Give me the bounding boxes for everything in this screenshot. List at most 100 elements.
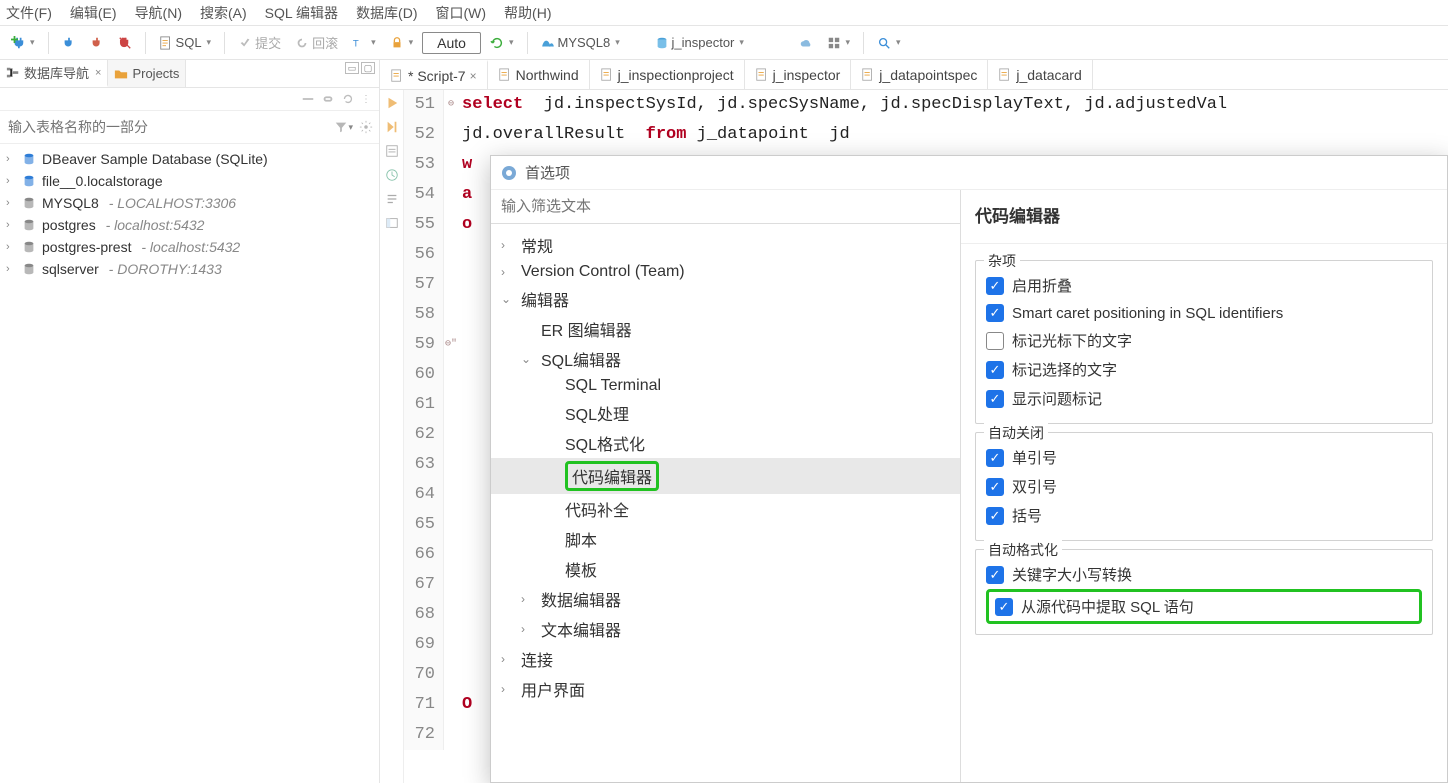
pref-tree-node[interactable]: SQL Terminal bbox=[491, 374, 960, 398]
fold-marker[interactable] bbox=[444, 270, 458, 300]
run-step-icon[interactable] bbox=[385, 120, 399, 134]
pref-checkbox-row[interactable]: 关键字大小写转换 bbox=[986, 560, 1422, 589]
expand-icon[interactable]: › bbox=[6, 219, 16, 231]
expand-icon[interactable]: › bbox=[6, 241, 16, 253]
checkbox[interactable] bbox=[986, 332, 1004, 350]
fold-marker[interactable] bbox=[444, 390, 458, 420]
pref-tree-node[interactable]: ›文本编辑器 bbox=[491, 614, 960, 644]
checkbox[interactable] bbox=[986, 304, 1004, 322]
preferences-filter-input[interactable] bbox=[491, 190, 960, 224]
fold-marker[interactable]: ⊖" bbox=[444, 330, 458, 360]
pref-checkbox-row[interactable]: 括号 bbox=[986, 501, 1422, 530]
code-line[interactable]: 51 ⊖ select jd.inspectSysId, jd.specSysN… bbox=[404, 90, 1448, 120]
search-button[interactable]: ▾ bbox=[872, 33, 906, 53]
checkbox[interactable] bbox=[986, 277, 1004, 295]
chevron-down-icon[interactable]: ▾ bbox=[348, 122, 353, 133]
checkbox[interactable] bbox=[986, 478, 1004, 496]
pref-tree-node[interactable]: 代码补全 bbox=[491, 494, 960, 524]
link-icon[interactable] bbox=[321, 92, 335, 106]
expand-icon[interactable]: › bbox=[521, 622, 535, 636]
checkbox[interactable] bbox=[995, 598, 1013, 616]
expand-icon[interactable]: › bbox=[501, 652, 515, 666]
minimize-view-button[interactable]: ▭ bbox=[345, 62, 359, 74]
collapse-icon[interactable] bbox=[301, 92, 315, 106]
fold-marker[interactable] bbox=[444, 540, 458, 570]
projects-tab[interactable]: Projects bbox=[108, 60, 186, 87]
menu-file[interactable]: 文件(F) bbox=[6, 3, 52, 23]
fold-marker[interactable] bbox=[444, 240, 458, 270]
menu-window[interactable]: 窗口(W) bbox=[436, 3, 487, 23]
new-sql-script-button[interactable]: SQL ▾ bbox=[154, 32, 217, 53]
fold-marker[interactable] bbox=[444, 600, 458, 630]
expand-icon[interactable]: ⌄ bbox=[521, 352, 535, 366]
menu-search[interactable]: 搜索(A) bbox=[200, 3, 247, 23]
pref-checkbox-row[interactable]: 从源代码中提取 SQL 语句 bbox=[986, 589, 1422, 624]
pref-tree-node[interactable]: ›常规 bbox=[491, 230, 960, 260]
checkbox[interactable] bbox=[986, 566, 1004, 584]
checkbox[interactable] bbox=[986, 507, 1004, 525]
expand-icon[interactable]: › bbox=[501, 265, 515, 279]
fold-marker[interactable] bbox=[444, 150, 458, 180]
rollback-button[interactable]: 回滚 bbox=[290, 30, 343, 55]
expand-icon[interactable]: › bbox=[501, 238, 515, 252]
menu-database[interactable]: 数据库(D) bbox=[356, 3, 417, 23]
fold-marker[interactable] bbox=[444, 450, 458, 480]
fold-marker[interactable] bbox=[444, 180, 458, 210]
run-icon[interactable] bbox=[385, 96, 399, 110]
checkbox[interactable] bbox=[986, 390, 1004, 408]
dashboard-button[interactable]: ▾ bbox=[822, 33, 856, 53]
fold-marker[interactable] bbox=[444, 120, 458, 150]
pref-tree-node[interactable]: ›数据编辑器 bbox=[491, 584, 960, 614]
fold-marker[interactable] bbox=[444, 690, 458, 720]
db-tree-node[interactable]: › DBeaver Sample Database (SQLite) bbox=[0, 148, 379, 170]
fold-marker[interactable] bbox=[444, 480, 458, 510]
tx-mode-button[interactable]: T ▾ bbox=[347, 33, 381, 53]
close-icon[interactable]: × bbox=[470, 69, 477, 83]
lock-button[interactable]: ▾ bbox=[385, 33, 419, 53]
fold-marker[interactable] bbox=[444, 660, 458, 690]
cloud-button[interactable] bbox=[794, 33, 818, 53]
menu-navigate[interactable]: 导航(N) bbox=[135, 3, 182, 23]
editor-tab[interactable]: j_datacard bbox=[988, 60, 1092, 89]
fold-marker[interactable] bbox=[444, 720, 458, 750]
pref-checkbox-row[interactable]: 单引号 bbox=[986, 443, 1422, 472]
fold-marker[interactable] bbox=[444, 510, 458, 540]
fold-marker[interactable] bbox=[444, 420, 458, 450]
disconnect-all-button[interactable] bbox=[113, 33, 137, 53]
menu-edit[interactable]: 编辑(E) bbox=[70, 3, 117, 23]
expand-icon[interactable]: › bbox=[6, 153, 16, 165]
pref-checkbox-row[interactable]: 启用折叠 bbox=[986, 271, 1422, 300]
pref-tree-node[interactable]: 代码编辑器 bbox=[491, 458, 960, 494]
fold-marker[interactable]: ⊖ bbox=[444, 90, 458, 120]
menu-sql-editor[interactable]: SQL 编辑器 bbox=[265, 3, 338, 23]
history-icon[interactable] bbox=[385, 168, 399, 182]
explain-icon[interactable] bbox=[385, 144, 399, 158]
pref-checkbox-row[interactable]: 标记光标下的文字 bbox=[986, 326, 1422, 355]
fold-marker[interactable] bbox=[444, 630, 458, 660]
code-line[interactable]: 52 jd.overallResult from j_datapoint jd bbox=[404, 120, 1448, 150]
pref-tree-node[interactable]: ⌄SQL编辑器 bbox=[491, 344, 960, 374]
schema-selector[interactable]: j_inspector ▾ bbox=[650, 32, 790, 53]
table-filter-input[interactable] bbox=[6, 115, 328, 139]
db-tree-node[interactable]: › file__0.localstorage bbox=[0, 170, 379, 192]
db-tree-node[interactable]: › MYSQL8 - LOCALHOST:3306 bbox=[0, 192, 379, 214]
fold-marker[interactable] bbox=[444, 210, 458, 240]
expand-icon[interactable]: › bbox=[6, 175, 16, 187]
more-icon[interactable]: ⋮ bbox=[361, 94, 371, 105]
pref-tree-node[interactable]: ⌄编辑器 bbox=[491, 284, 960, 314]
editor-tab[interactable]: j_inspector bbox=[745, 60, 852, 89]
close-icon[interactable]: × bbox=[95, 67, 101, 79]
checkbox[interactable] bbox=[986, 361, 1004, 379]
checkbox[interactable] bbox=[986, 449, 1004, 467]
expand-icon[interactable]: › bbox=[6, 197, 16, 209]
commit-button[interactable]: 提交 bbox=[233, 30, 286, 55]
db-tree-node[interactable]: › postgres - localhost:5432 bbox=[0, 214, 379, 236]
refresh-small-icon[interactable] bbox=[341, 92, 355, 106]
fold-marker[interactable] bbox=[444, 570, 458, 600]
new-connection-button[interactable]: ▾ bbox=[6, 33, 40, 53]
pref-checkbox-row[interactable]: 显示问题标记 bbox=[986, 384, 1422, 413]
expand-icon[interactable]: › bbox=[501, 682, 515, 696]
disconnect-button[interactable] bbox=[85, 33, 109, 53]
fold-marker[interactable] bbox=[444, 300, 458, 330]
expand-icon[interactable]: › bbox=[521, 592, 535, 606]
